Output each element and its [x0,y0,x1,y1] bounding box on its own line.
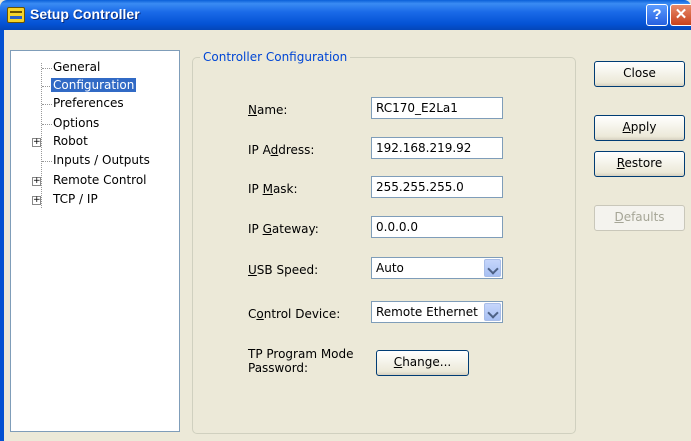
name-field[interactable]: RC170_E2La1 [371,97,503,119]
control-device-label: Control Device: [248,307,341,321]
tree-item-general[interactable]: General [51,59,102,76]
expand-icon[interactable]: + [32,196,41,205]
app-icon [7,7,25,23]
close-button[interactable]: Close [594,61,685,87]
window-title: Setup Controller [30,6,140,22]
tree-item-label: Preferences [53,96,124,110]
control-device-select[interactable]: Remote Ethernet [371,301,503,323]
tree-item-label: Options [53,116,100,130]
tree-item-label: Robot [53,134,88,148]
tree-item-remote-control[interactable]: Remote Control [51,172,149,189]
tree-item-tcp-ip[interactable]: TCP / IP [51,191,100,208]
ip-mask-label: IP Mask: [248,182,298,196]
tree-item-label: Remote Control [53,173,147,187]
chevron-down-icon[interactable] [484,259,501,277]
ip-address-field[interactable]: 192.168.219.92 [371,137,503,159]
ip-gateway-field[interactable]: 0.0.0.0 [371,216,503,238]
tree-item-label: Configuration [51,78,137,92]
tree-item-inputs-outputs[interactable]: Inputs / Outputs [51,152,152,169]
window-border [0,30,4,441]
help-button[interactable]: ? [646,4,668,26]
tree-line [41,63,42,208]
close-window-button[interactable]: ✕ [670,4,691,26]
tree-item-label: TCP / IP [53,192,98,206]
change-password-button[interactable]: Change... [376,350,469,376]
name-label: Name: [248,103,288,117]
group-title: Controller Configuration [200,50,351,64]
ip-mask-field[interactable]: 255.255.255.0 [371,176,503,198]
tree-item-preferences[interactable]: Preferences [51,95,126,112]
expand-icon[interactable]: + [32,177,41,186]
title-bar[interactable]: Setup Controller ? ✕ [0,0,691,30]
ip-gateway-label: IP Gateway: [248,222,319,236]
defaults-button[interactable]: Defaults [594,205,685,231]
usb-speed-value: Auto [376,261,404,275]
apply-button[interactable]: Apply [594,115,685,141]
control-device-value: Remote Ethernet [376,305,478,319]
settings-tree[interactable]: General Configuration Preferences Option… [10,50,180,432]
expand-icon[interactable]: + [32,138,41,147]
tree-item-label: Inputs / Outputs [53,153,150,167]
tree-item-configuration[interactable]: Configuration [51,77,137,94]
tp-password-label: TP Program Mode Password: [248,347,354,375]
usb-speed-label: USB Speed: [248,263,319,277]
usb-speed-select[interactable]: Auto [371,257,503,279]
restore-button[interactable]: Restore [594,151,685,177]
tree-item-options[interactable]: Options [51,115,101,132]
tree-item-label: General [53,60,101,74]
chevron-down-icon[interactable] [484,303,501,321]
tree-item-robot[interactable]: Robot [51,133,90,150]
ip-address-label: IP Address: [248,143,315,157]
